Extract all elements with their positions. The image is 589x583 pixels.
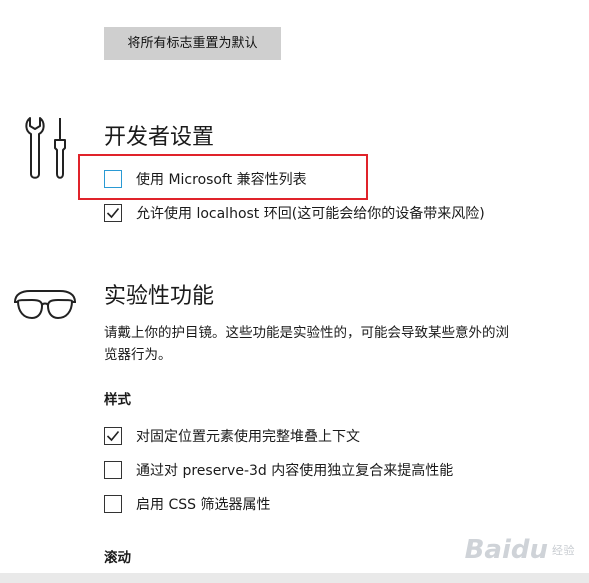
option-preserve-3d-compositing[interactable]: 通过对 preserve-3d 内容使用独立复合来提高性能 bbox=[104, 460, 453, 480]
option-label: 通过对 preserve-3d 内容使用独立复合来提高性能 bbox=[136, 463, 454, 479]
watermark-logo: Baidu bbox=[464, 535, 548, 565]
option-fixed-position-stacking[interactable]: 对固定位置元素使用完整堆叠上下文 bbox=[104, 426, 360, 446]
experimental-description: 请戴上你的护目镜。这些功能是实验性的，可能会导致某些意外的浏览器行为。 bbox=[104, 325, 509, 363]
checkbox-checked-icon[interactable] bbox=[104, 204, 122, 222]
goggles-icon bbox=[12, 288, 78, 326]
developer-settings-title: 开发者设置 bbox=[104, 125, 215, 150]
option-label: 对固定位置元素使用完整堆叠上下文 bbox=[136, 429, 360, 445]
option-microsoft-compat-list[interactable]: 使用 Microsoft 兼容性列表 bbox=[104, 169, 307, 189]
baidu-watermark: Baidu 经验 bbox=[465, 535, 575, 565]
watermark-sub: 经验 bbox=[552, 544, 575, 557]
checkbox-unchecked-icon[interactable] bbox=[104, 170, 122, 188]
option-label: 启用 CSS 筛选器属性 bbox=[136, 497, 271, 513]
checkbox-checked-icon[interactable] bbox=[104, 427, 122, 445]
option-css-filter[interactable]: 启用 CSS 筛选器属性 bbox=[104, 494, 270, 514]
scroll-heading: 滚动 bbox=[104, 550, 131, 566]
checkbox-unchecked-icon[interactable] bbox=[104, 461, 122, 479]
developer-tools-icon bbox=[22, 116, 72, 186]
experimental-features-title: 实验性功能 bbox=[104, 284, 215, 309]
bottom-bar bbox=[0, 573, 589, 583]
styles-heading: 样式 bbox=[104, 392, 131, 408]
checkbox-unchecked-icon[interactable] bbox=[104, 495, 122, 513]
reset-flags-button[interactable]: 将所有标志重置为默认 bbox=[104, 27, 281, 60]
option-label: 使用 Microsoft 兼容性列表 bbox=[136, 172, 307, 188]
option-label: 允许使用 localhost 环回(这可能会给你的设备带来风险) bbox=[136, 206, 485, 222]
option-allow-localhost[interactable]: 允许使用 localhost 环回(这可能会给你的设备带来风险) bbox=[104, 203, 485, 223]
